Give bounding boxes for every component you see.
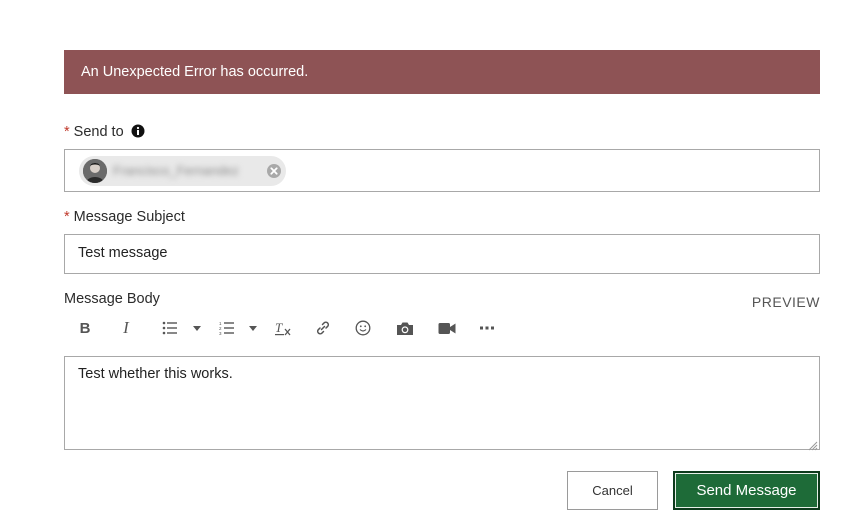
bold-icon: B bbox=[79, 319, 91, 337]
link-button[interactable] bbox=[309, 316, 337, 340]
italic-button[interactable]: I bbox=[112, 316, 140, 340]
subject-value: Test message bbox=[78, 245, 168, 261]
cancel-button[interactable]: Cancel bbox=[567, 471, 658, 510]
numbered-list-button[interactable]: 1 2 3 bbox=[213, 316, 241, 340]
send-to-label: * Send to bbox=[64, 124, 145, 142]
message-body-value: Test whether this works. bbox=[78, 366, 233, 382]
svg-text:3: 3 bbox=[219, 331, 222, 335]
send-to-field[interactable]: Francisco_Fernandez bbox=[64, 149, 820, 192]
bold-button[interactable]: B bbox=[71, 316, 99, 340]
link-icon bbox=[316, 321, 330, 335]
clear-formatting-button[interactable]: T bbox=[269, 316, 297, 340]
italic-icon: I bbox=[123, 318, 129, 337]
clear-formatting-icon: T bbox=[275, 320, 291, 336]
camera-button[interactable] bbox=[391, 316, 419, 340]
error-message: An Unexpected Error has occurred. bbox=[81, 64, 309, 80]
video-icon bbox=[438, 322, 456, 334]
bulleted-list-dropdown[interactable] bbox=[191, 316, 203, 340]
required-mark: * bbox=[64, 124, 70, 140]
recipient-chip[interactable]: Francisco_Fernandez bbox=[79, 156, 286, 186]
resize-handle-icon[interactable] bbox=[808, 438, 818, 451]
required-mark: * bbox=[64, 209, 70, 225]
subject-label-text: Message Subject bbox=[73, 209, 185, 225]
video-button[interactable] bbox=[433, 316, 461, 340]
numbered-list-dropdown[interactable] bbox=[247, 316, 259, 340]
send-message-button[interactable]: Send Message bbox=[673, 471, 820, 510]
subject-input[interactable]: Test message bbox=[64, 234, 820, 274]
emoji-icon bbox=[355, 320, 371, 336]
info-icon[interactable] bbox=[131, 124, 145, 142]
emoji-button[interactable] bbox=[349, 316, 377, 340]
error-banner: An Unexpected Error has occurred. bbox=[64, 50, 820, 94]
send-to-label-text: Send to bbox=[73, 124, 124, 140]
editor-toolbar: B I 1 2 3 T bbox=[64, 314, 524, 342]
svg-text:T: T bbox=[275, 320, 283, 335]
more-button[interactable] bbox=[473, 316, 501, 340]
numbered-list-icon: 1 2 3 bbox=[219, 321, 234, 335]
bulleted-list-button[interactable] bbox=[156, 316, 184, 340]
chevron-down-icon bbox=[193, 325, 201, 331]
camera-icon bbox=[397, 322, 413, 335]
message-body-textarea[interactable]: Test whether this works. bbox=[64, 356, 820, 451]
chevron-down-icon bbox=[249, 325, 257, 331]
more-icon bbox=[480, 326, 494, 330]
bulleted-list-icon bbox=[162, 321, 177, 335]
body-label: Message Body bbox=[64, 291, 160, 307]
recipient-name: Francisco_Fernandez bbox=[113, 163, 239, 178]
avatar bbox=[83, 159, 107, 183]
remove-recipient-icon[interactable] bbox=[266, 163, 282, 179]
subject-label: * Message Subject bbox=[64, 209, 185, 225]
preview-link[interactable]: PREVIEW bbox=[752, 294, 820, 310]
